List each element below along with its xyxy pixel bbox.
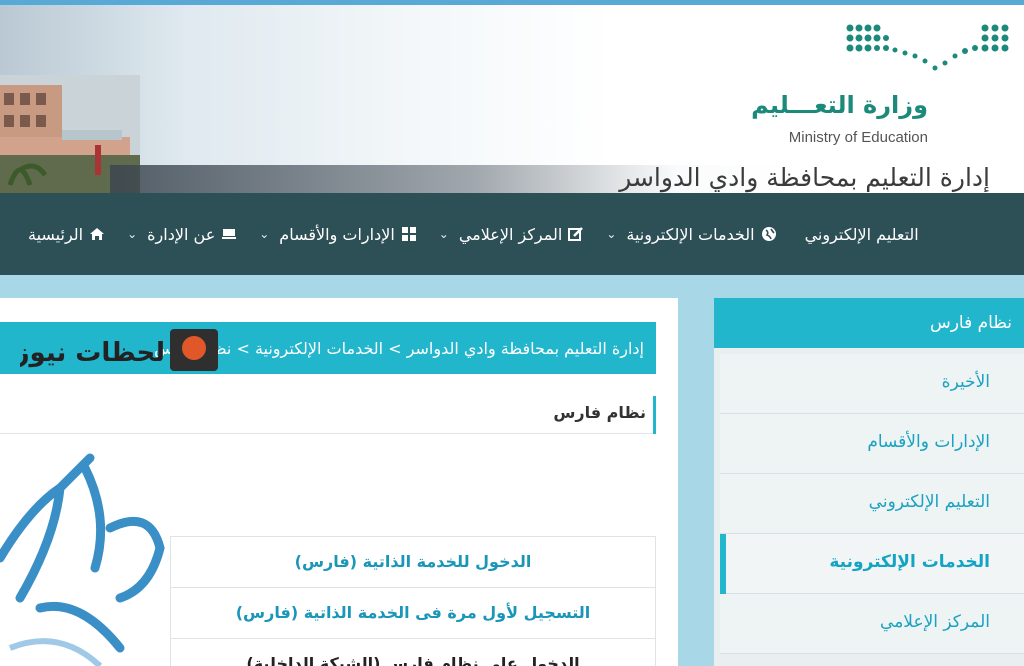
- nav-item-departments[interactable]: الإدارات والأقسام ⌄: [259, 225, 417, 244]
- main-content: إدارة التعليم بمحافظة وادي الدواسر > الخ…: [0, 298, 678, 666]
- nav-item-home[interactable]: الرئيسية: [22, 225, 105, 244]
- desk-icon: [222, 229, 237, 239]
- watermark-text: لحظات نيوز: [20, 338, 165, 368]
- watermark-logo: لحظات نيوز: [20, 329, 218, 371]
- grid-icon: [401, 227, 416, 241]
- nav-item-e-services[interactable]: الخدمات الإلكترونية ⌄: [606, 225, 776, 244]
- section-title: نظام فارس: [0, 396, 656, 434]
- nav-item-label: الرئيسية: [28, 224, 84, 244]
- sidebar-menu: الأخيرة الإدارات والأقسام التعليم الإلكت…: [720, 354, 1024, 654]
- globe-icon: [761, 227, 776, 241]
- chevron-down-icon: ⌄: [127, 227, 138, 241]
- ministry-name-english: Ministry of Education: [788, 129, 928, 146]
- nav-item-label: التعليم الإلكتروني: [804, 224, 919, 244]
- nav-item-label: الإدارات والأقسام: [279, 224, 395, 244]
- site-header: وزارة التعـــليم Ministry of Education إ…: [0, 0, 1024, 193]
- nav-item-about[interactable]: عن الإدارة ⌄: [127, 225, 237, 244]
- sidebar: نظام فارس الأخيرة الإدارات والأقسام التع…: [714, 298, 1024, 666]
- sidebar-item-e-learning[interactable]: التعليم الإلكتروني: [720, 474, 1024, 534]
- sidebar-item-e-services[interactable]: الخدمات الإلكترونية: [720, 534, 1024, 594]
- nav-item-e-learning[interactable]: التعليم الإلكتروني: [799, 225, 925, 244]
- directorate-title: إدارة التعليم بمحافظة وادي الدواسر: [619, 163, 990, 192]
- edit-icon: [568, 227, 584, 241]
- sidebar-item-departments[interactable]: الإدارات والأقسام: [720, 414, 1024, 474]
- link-first-time-registration[interactable]: التسجيل لأول مرة فى الخدمة الذاتية (فارس…: [171, 588, 655, 639]
- faris-logo: فارس: [0, 453, 165, 666]
- home-icon: [90, 228, 105, 240]
- sidebar-title: نظام فارس: [714, 298, 1024, 348]
- nav-item-label: الخدمات الإلكترونية: [626, 224, 755, 244]
- nav-item-label: المركز الإعلامي: [458, 224, 563, 244]
- link-self-service-login[interactable]: الدخول للخدمة الذاتية (فارس): [171, 537, 655, 588]
- sidebar-item-latest[interactable]: الأخيرة: [720, 354, 1024, 414]
- sidebar-item-media-center[interactable]: المركز الإعلامي: [720, 594, 1024, 654]
- link-internal-network-login[interactable]: الدخول على نظام فارس (الشبكة الداخلية): [171, 639, 655, 666]
- ministry-logo-icon: [846, 24, 1009, 71]
- chevron-down-icon: ⌄: [438, 227, 449, 241]
- nav-item-label: عن الإدارة: [147, 224, 216, 244]
- nav-item-media-center[interactable]: المركز الإعلامي ⌄: [439, 225, 585, 244]
- chevron-down-icon: ⌄: [259, 227, 270, 241]
- faris-links-list: الدخول للخدمة الذاتية (فارس) التسجيل لأو…: [170, 536, 656, 666]
- chevron-down-icon: ⌄: [606, 227, 617, 241]
- ministry-name-arabic: وزارة التعـــليم: [751, 91, 928, 119]
- main-nav: الرئيسية عن الإدارة ⌄ الإدارات والأقسام …: [0, 193, 1024, 275]
